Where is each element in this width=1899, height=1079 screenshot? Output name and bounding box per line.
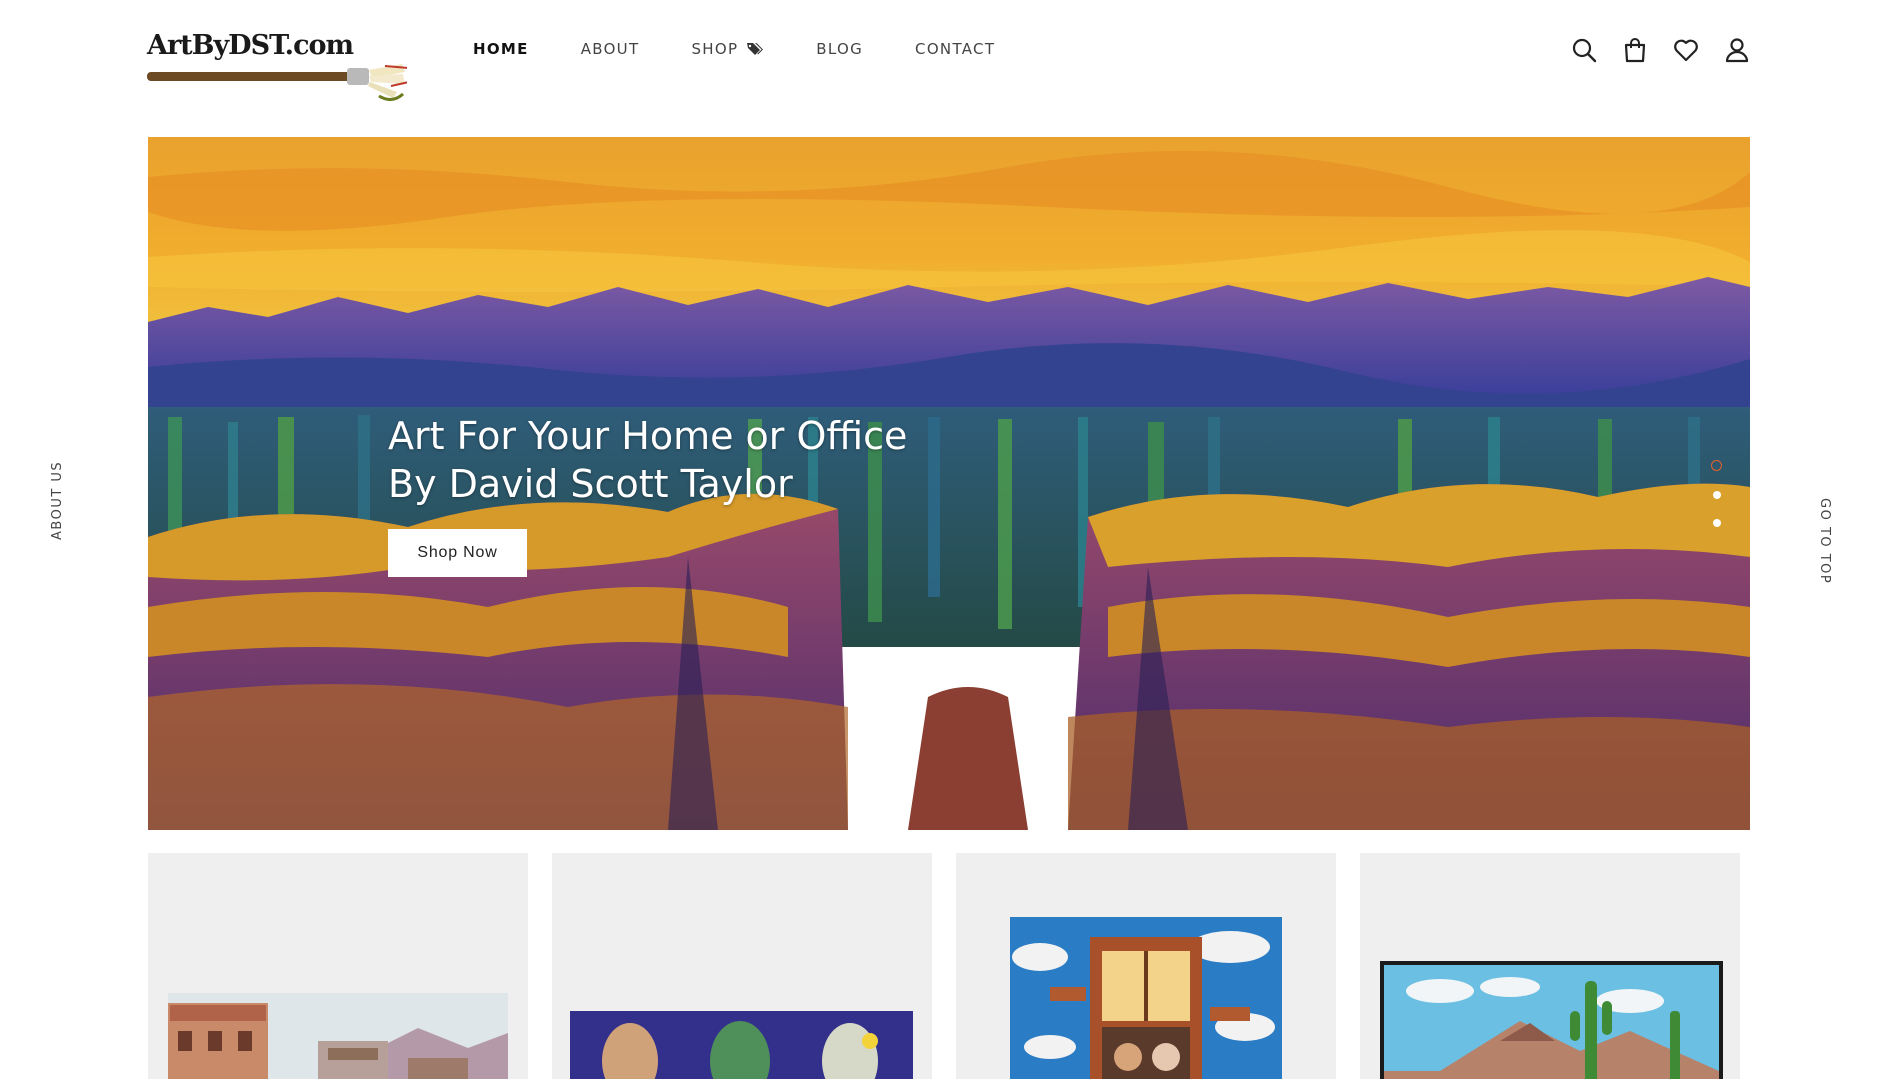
desert-saguaro-painting-image bbox=[1380, 961, 1723, 1079]
product-card-three-faces[interactable] bbox=[552, 853, 932, 1079]
hero-slider: Art For Your Home or Office By David Sco… bbox=[148, 137, 1750, 830]
nav-contact[interactable]: CONTACT bbox=[915, 40, 995, 58]
slider-pagination bbox=[1711, 460, 1722, 527]
hero-title-line-1: Art For Your Home or Office bbox=[388, 414, 908, 458]
paintbrush-icon bbox=[147, 64, 407, 101]
nav-shop-label: SHOP bbox=[691, 40, 739, 58]
product-grid bbox=[148, 853, 1750, 1079]
product-card-window-couple[interactable] bbox=[956, 853, 1336, 1079]
product-card-hotel-livery[interactable] bbox=[148, 853, 528, 1079]
nav-blog-label: BLOG bbox=[816, 40, 864, 58]
nav-contact-label: CONTACT bbox=[915, 40, 996, 58]
slider-dot-2[interactable] bbox=[1712, 491, 1721, 499]
hero-title: Art For Your Home or Office By David Sco… bbox=[388, 412, 907, 508]
slider-dot-1[interactable] bbox=[1711, 460, 1722, 471]
nav-home[interactable]: HOME bbox=[473, 40, 529, 58]
shopping-bag-icon[interactable] bbox=[1621, 36, 1649, 64]
nav-home-label: HOME bbox=[473, 40, 529, 58]
nav-shop[interactable]: SHOP bbox=[691, 40, 764, 58]
search-icon[interactable] bbox=[1570, 36, 1598, 64]
three-faces-painting-image bbox=[570, 1011, 913, 1079]
about-us-side-link[interactable]: ABOUT US bbox=[50, 461, 65, 540]
site-logo[interactable]: ArtByDST.com bbox=[147, 30, 427, 105]
nav-about-label: ABOUT bbox=[580, 40, 640, 58]
shop-now-button[interactable]: Shop Now bbox=[388, 529, 527, 577]
hotel-livery-painting-image bbox=[168, 993, 508, 1079]
site-header: ArtByDST.com HOME ABOUT SHOP BLOG CONTAC… bbox=[0, 0, 1899, 130]
nav-blog[interactable]: BLOG bbox=[816, 40, 863, 58]
slider-dot-3[interactable] bbox=[1712, 519, 1721, 527]
tags-icon bbox=[747, 43, 764, 55]
logo-text: ArtByDST.com bbox=[147, 30, 354, 61]
go-to-top-side-link[interactable]: GO TO TOP bbox=[1817, 498, 1832, 584]
header-actions bbox=[1570, 36, 1751, 64]
hero-title-line-2: By David Scott Taylor bbox=[388, 462, 793, 506]
nav-about[interactable]: ABOUT bbox=[581, 40, 640, 58]
window-couple-painting-image bbox=[1010, 917, 1282, 1079]
user-icon[interactable] bbox=[1723, 36, 1751, 64]
product-card-desert-saguaro[interactable] bbox=[1360, 853, 1740, 1079]
heart-icon[interactable] bbox=[1672, 36, 1700, 64]
main-nav: HOME ABOUT SHOP BLOG CONTACT bbox=[473, 40, 1047, 58]
